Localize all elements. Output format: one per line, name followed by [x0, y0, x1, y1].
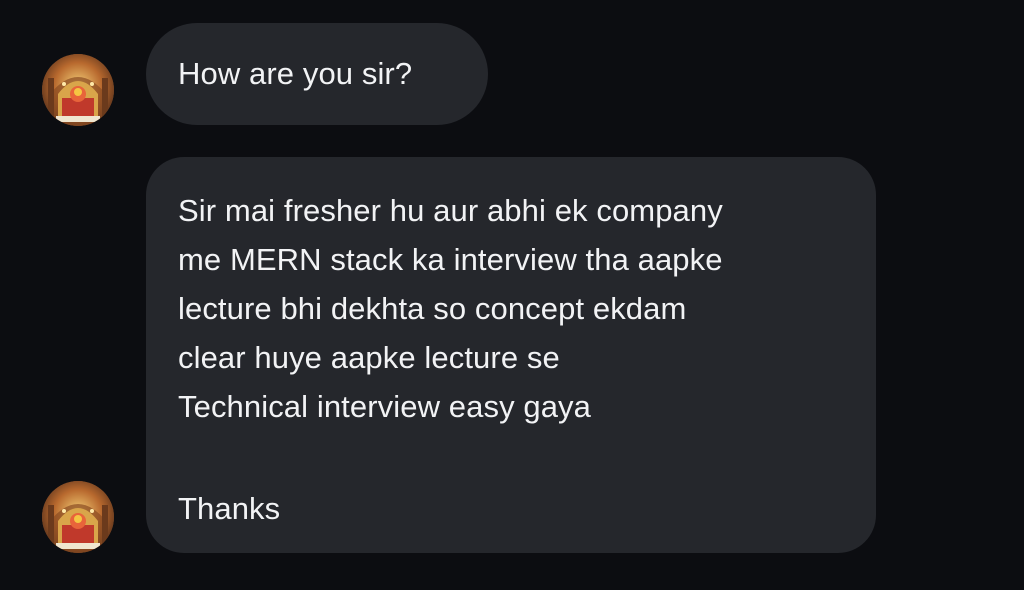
message-line: Sir mai fresher hu aur abhi ek company	[178, 193, 723, 228]
message-line: me MERN stack ka interview tha aapke	[178, 242, 723, 277]
message-text: How are you sir?	[178, 56, 413, 91]
sender-avatar[interactable]	[42, 481, 114, 553]
message-line: clear huye aapke lecture se	[178, 340, 560, 375]
message-line: lecture bhi dekhta so concept ekdam	[178, 291, 687, 326]
temple-deity-avatar-icon	[42, 481, 114, 553]
message-line: Technical interview easy gaya	[178, 389, 591, 424]
message-bubble[interactable]: How are you sir?	[146, 23, 488, 125]
temple-deity-avatar-icon	[42, 54, 114, 126]
message-bubble[interactable]: Sir mai fresher hu aur abhi ek company m…	[146, 157, 876, 553]
sender-avatar[interactable]	[42, 54, 114, 126]
message-line: Thanks	[178, 491, 281, 526]
message-thread: How are you sir? Sir mai fresher hu aur …	[0, 0, 1024, 590]
